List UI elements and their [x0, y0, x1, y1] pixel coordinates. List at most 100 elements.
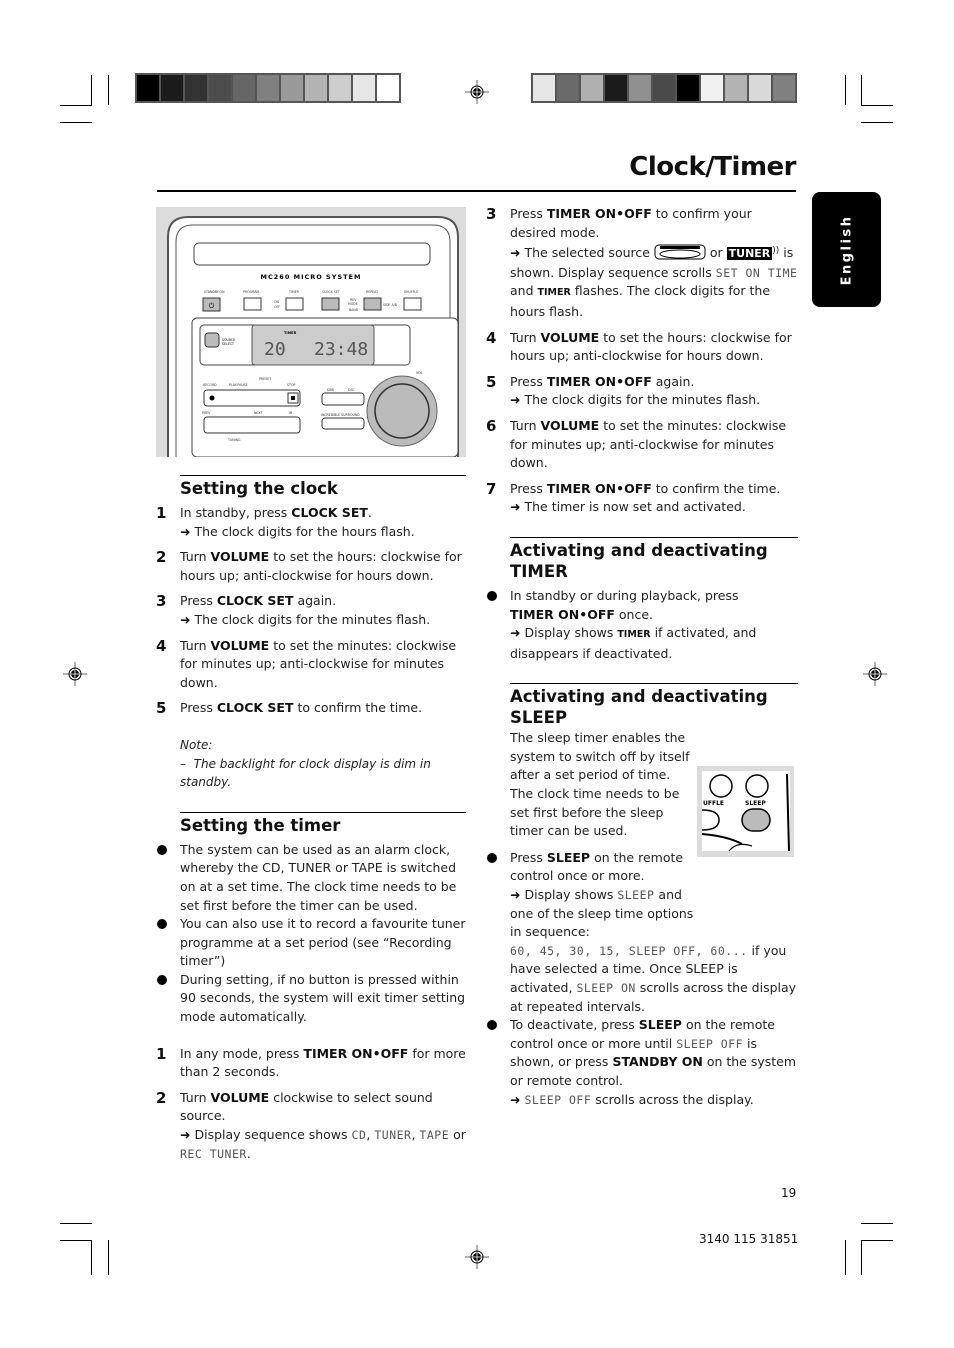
svg-text:NEXT: NEXT	[254, 411, 263, 415]
color-swatch	[701, 75, 723, 101]
color-swatch	[749, 75, 771, 101]
shuffle-label: UFFLE	[703, 800, 724, 807]
bullet-icon	[157, 919, 167, 930]
bullet-icon	[487, 852, 497, 863]
step-result: The clock digits for the minutes flash.	[524, 392, 761, 408]
lcd-text: SET ON TIME	[715, 265, 798, 280]
heading-line: TIMER	[510, 561, 568, 581]
button-name: TIMER ON•OFF	[546, 373, 652, 389]
step-result: Display shows	[524, 887, 618, 903]
color-swatch	[137, 75, 159, 101]
svg-text:PRESET: PRESET	[259, 377, 271, 381]
step-number: 5	[156, 699, 167, 718]
heading-line: Activating and deactivating	[510, 540, 768, 560]
bullet-icon	[487, 1020, 497, 1031]
step-text: Press	[180, 593, 217, 609]
step-number: 6	[486, 416, 497, 435]
step-number: 2	[156, 1088, 167, 1107]
svg-text:ON: ON	[274, 300, 280, 304]
heading-line: SLEEP	[510, 708, 568, 728]
color-swatch	[533, 75, 555, 101]
title-rule	[157, 190, 796, 192]
step-result: Display sequence shows	[194, 1127, 352, 1143]
step-text: Press	[510, 206, 547, 221]
svg-text:20: 20	[264, 339, 286, 360]
heading-line: Activating and deactivating	[510, 687, 768, 707]
button-name: TIMER ON•OFF	[510, 606, 615, 622]
svg-text:SIDE A/B: SIDE A/B	[383, 303, 397, 307]
lcd-text: SLEEP ON	[576, 981, 636, 995]
list-item: 2 Turn VOLUME to set the hours: clockwis…	[156, 548, 466, 585]
list-item: 5 Press TIMER ON•OFF again. ➜ The clock …	[486, 373, 798, 410]
device-illustration: MC260 MICRO SYSTEM ⏻ STANDBY-ON PROGRAM TI…	[156, 207, 466, 457]
remote-sleep-illustration: UFFLE SLEEP	[697, 766, 794, 857]
svg-text:INCREDIBLE SURROUND: INCREDIBLE SURROUND	[321, 413, 360, 417]
step-result: scrolls across the display.	[591, 1091, 754, 1107]
list-item: 3 Press CLOCK SET again. ➜ The clock dig…	[156, 592, 466, 629]
lcd-text: TAPE	[419, 1128, 450, 1143]
step-text: Press	[180, 700, 217, 716]
step-text: To deactivate, press	[510, 1017, 639, 1033]
step-text: Press	[510, 480, 547, 496]
step-result: The clock digits for the hours flash.	[194, 523, 415, 539]
svg-text:PREV: PREV	[202, 411, 211, 415]
step-text: In any mode, press	[180, 1045, 304, 1061]
bullet-text: You can also use it to record a favourit…	[180, 916, 466, 969]
step-text: and	[510, 283, 538, 299]
color-swatch	[209, 75, 231, 101]
color-swatch	[377, 75, 399, 101]
step-text: again.	[651, 373, 695, 389]
step-number: 1	[156, 1044, 167, 1063]
arrow-right-icon: ➜	[510, 887, 521, 903]
language-tab: English	[812, 192, 881, 307]
step-number: 5	[486, 372, 497, 391]
color-swatch	[557, 75, 579, 101]
list-item: During setting, if no button is pressed …	[157, 971, 466, 1027]
color-swatch	[233, 75, 255, 101]
color-calibration-bar-left	[135, 73, 401, 103]
section-heading: Setting the timer	[180, 815, 341, 835]
button-name: CLOCK SET	[216, 593, 294, 609]
section-heading: Setting the clock	[180, 479, 338, 498]
lcd-text: SLEEP OFF	[524, 1092, 592, 1107]
svg-text:OFF: OFF	[274, 305, 280, 309]
svg-text:⏻: ⏻	[209, 302, 215, 310]
step-text: Press	[510, 849, 547, 865]
color-swatch	[161, 75, 183, 101]
svg-text:TIMER: TIMER	[288, 290, 300, 294]
button-name: VOLUME	[540, 329, 600, 345]
color-swatch	[185, 75, 207, 101]
color-swatch	[305, 75, 327, 101]
button-name: CLOCK SET	[216, 700, 294, 716]
lcd-text: REC TUNER	[180, 1146, 247, 1161]
list-item: 4 Turn VOLUME to set the hours: clockwis…	[486, 329, 798, 366]
svg-text:TUNING: TUNING	[227, 438, 241, 442]
color-swatch	[281, 75, 303, 101]
cd-source-icon	[654, 244, 706, 260]
sleep-label: SLEEP	[745, 800, 766, 807]
step-text: Turn	[180, 1089, 211, 1105]
registration-mark-icon	[63, 662, 87, 686]
color-swatch	[581, 75, 603, 101]
step-number: 3	[486, 205, 497, 223]
note-text: – The backlight for clock display is dim…	[180, 756, 431, 790]
step-text: Turn	[180, 637, 211, 653]
list-item: 1 In standby, press CLOCK SET. ➜ The clo…	[156, 504, 466, 541]
step-result: The timer is now set and activated.	[524, 499, 746, 515]
step-text: to confirm the time.	[651, 480, 781, 496]
step-text: .	[367, 505, 372, 520]
step-text: Turn	[180, 549, 211, 565]
arrow-right-icon: ➜	[510, 245, 521, 261]
bullet-icon	[157, 844, 167, 855]
step-text: again.	[293, 593, 337, 609]
list-item: You can also use it to record a favourit…	[157, 915, 466, 971]
intro-text: The sleep timer enables the system to sw…	[510, 730, 690, 839]
step-result: The selected source	[524, 245, 654, 261]
button-name: VOLUME	[210, 1089, 270, 1105]
list-item: 7 Press TIMER ON•OFF to confirm the time…	[486, 480, 798, 517]
language-tab-label: English	[839, 214, 854, 285]
color-swatch	[677, 75, 699, 101]
svg-text:CLOCK SET: CLOCK SET	[322, 290, 340, 294]
step-result: The clock digits for the minutes flash.	[194, 611, 431, 627]
list-item: 1 In any mode, press TIMER ON•OFF for mo…	[156, 1045, 466, 1082]
